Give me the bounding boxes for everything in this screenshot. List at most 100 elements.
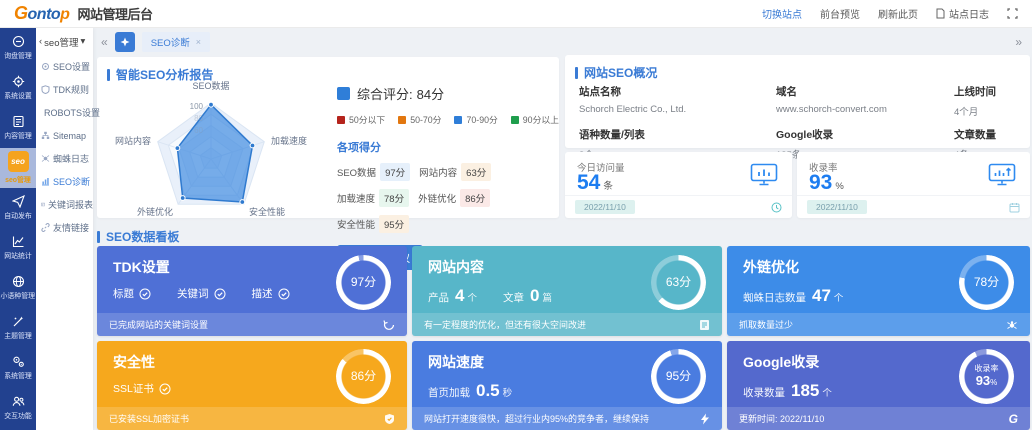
score-ring: 78分 xyxy=(959,255,1014,310)
link-icon xyxy=(41,223,50,232)
score-badge: 78分 xyxy=(379,189,409,207)
switch-site-button[interactable]: 切换站点 xyxy=(762,6,802,21)
sidebar-item-label: 询盘管理 xyxy=(4,50,32,60)
seo-overview-panel: 网站SEO概况 站点名称Schorch Electric Co., Ltd. 域… xyxy=(565,55,1030,148)
submenu-item-spider-logs[interactable]: 蜘蛛日志 xyxy=(36,147,93,170)
sidebar-item-label: 网站统计 xyxy=(4,250,32,260)
document-lines-icon xyxy=(12,115,25,128)
gear-icon xyxy=(12,75,25,88)
submenu-item-seo-settings[interactable]: SEO设置 xyxy=(36,55,93,78)
check-circle-icon xyxy=(214,288,226,300)
legend-current-icon xyxy=(337,87,350,100)
fullscreen-icon[interactable] xyxy=(1007,8,1018,19)
submenu-title: seo管理 xyxy=(44,35,78,49)
logo-g: G xyxy=(14,3,28,24)
gear-icon xyxy=(41,62,50,71)
card-footer-text: 已安装SSL加密证书 xyxy=(109,412,189,425)
sidebar-item-label: 交互功能 xyxy=(4,410,32,420)
sidebar-item-label: 内容管理 xyxy=(4,130,32,140)
submenu-item-friend-links[interactable]: 友情链接 xyxy=(36,216,93,239)
gears-icon xyxy=(12,355,25,368)
index-rate-value: 93 xyxy=(809,171,832,194)
site-name-value: Schorch Electric Co., Ltd. xyxy=(579,104,776,115)
close-icon[interactable]: × xyxy=(196,37,201,47)
header: Gontop 网站管理后台 切换站点 前台预览 刷新此页 站点日志 xyxy=(0,0,1032,28)
submenu-header[interactable]: ‹ seo管理 ▾ xyxy=(36,28,93,55)
dashboard-card-speed: 网站速度 首页加载0.5秒 95分 网站打开速度很快，超过行业内95%的竞争者，… xyxy=(412,341,722,430)
tab-overflow-icon[interactable]: » xyxy=(1015,36,1022,48)
score-badge: 86分 xyxy=(460,189,490,207)
overview-grid: 站点名称Schorch Electric Co., Ltd. 域名www.sch… xyxy=(579,84,1022,161)
sidebar-item-interaction[interactable]: 交互功能 xyxy=(0,388,36,428)
dashboard-card-content: 网站内容 产品4个 文章0篇 63分 有一定程度的优化，但还有很大空间改进 xyxy=(412,246,722,336)
app-title: 网站管理后台 xyxy=(77,4,152,23)
radar-axis-label: 外链优化 xyxy=(137,206,173,217)
radar-axis-label: 网站内容 xyxy=(115,135,151,146)
visits-today-card: 今日访问量 54条 2022/11/10 xyxy=(565,152,792,218)
preview-button[interactable]: 前台预览 xyxy=(820,6,860,21)
sidebar-item-auto-publish[interactable]: 自动发布 xyxy=(0,188,36,228)
card-footer-text: 更新时间: 2022/11/10 xyxy=(739,412,824,425)
tab-seo-diagnosis[interactable]: SEO诊断 × xyxy=(142,32,210,52)
inquiry-icon xyxy=(12,35,25,48)
domain-value: www.schorch-convert.com xyxy=(776,104,954,115)
sidebar-item-label: 小语种管理 xyxy=(1,290,36,300)
radar-tick-label: 60 xyxy=(194,126,203,135)
dashboard-card-google-index: Google收录 收录数量185个 收录率 93% 更新时间: 2022/11/… xyxy=(727,341,1030,430)
submenu-item-sitemap[interactable]: Sitemap xyxy=(36,124,93,147)
seo-report-panel: 智能SEO分析报告 SEO数据 加载速度 安全性能 外链优化 网站内容 100 … xyxy=(97,57,559,218)
sidebar-item-site-stats[interactable]: 网站统计 xyxy=(0,228,36,268)
diagnosis-icon xyxy=(41,177,50,186)
sidebar-item-content[interactable]: 内容管理 xyxy=(0,108,36,148)
submenu-panel: ‹ seo管理 ▾ SEO设置 TDK规则 ROBOTS设置 Sitemap 蜘… xyxy=(36,28,93,430)
lightning-icon xyxy=(700,413,710,425)
google-icon: G xyxy=(1009,412,1018,426)
collapse-sidebar-icon[interactable]: « xyxy=(101,36,108,48)
sidebar-item-system-settings[interactable]: 系统设置 xyxy=(0,68,36,108)
sidebar-item-themes[interactable]: 主题管理 xyxy=(0,308,36,348)
refresh-page-button[interactable]: 刷新此页 xyxy=(878,6,918,21)
legend-color-icon xyxy=(398,116,406,124)
globe-icon xyxy=(12,275,25,288)
site-log-button[interactable]: 站点日志 xyxy=(936,6,989,21)
document-icon xyxy=(699,319,710,331)
sidebar-item-inquiry[interactable]: 询盘管理 xyxy=(0,28,36,68)
sidebar-item-languages[interactable]: 小语种管理 xyxy=(0,268,36,308)
line-chart-icon xyxy=(12,235,25,248)
logo-mid: onto xyxy=(28,6,61,24)
dashboard-card-security: 安全性 SSL证书 86分 已安装SSL加密证书 xyxy=(97,341,407,430)
check-circle-icon xyxy=(278,288,290,300)
dashboard-tab-button[interactable] xyxy=(115,32,135,52)
nav-rail: 询盘管理 系统设置 内容管理 seo seo管理 自动发布 网站统计 小语种管理 xyxy=(0,28,36,430)
score-legend: 50分以下 50-70分 70-90分 90分以上 xyxy=(337,113,551,126)
card-footer-text: 有一定程度的优化，但还有很大空间改进 xyxy=(424,318,586,331)
sidebar-item-system-admin[interactable]: 系统管理 xyxy=(0,348,36,388)
legend-color-icon xyxy=(454,116,462,124)
header-actions: 切换站点 前台预览 刷新此页 站点日志 xyxy=(762,6,1018,21)
sidebar-item-seo[interactable]: seo seo管理 xyxy=(0,148,36,188)
compass-icon xyxy=(120,37,130,47)
submenu-item-keyword-report[interactable]: 关键词报表 xyxy=(36,193,93,216)
score-ring: 97分 xyxy=(336,255,391,310)
radar-tick-label: 100 xyxy=(190,102,204,111)
magic-wand-icon xyxy=(12,315,25,328)
shield-icon xyxy=(41,85,50,94)
score-badge: 95分 xyxy=(379,215,409,233)
dashboard-card-backlinks: 外链优化 蜘蛛日志数量47个 78分 抓取数量过少 xyxy=(727,246,1030,336)
score-ring: 86分 xyxy=(336,349,391,404)
visits-value: 54 xyxy=(577,171,600,194)
scores-title: 各项得分 xyxy=(337,139,551,155)
overall-score: 综合评分: 84分 xyxy=(337,84,551,103)
logo-p: p xyxy=(60,6,69,24)
submenu-item-tdk-rules[interactable]: TDK规则 xyxy=(36,78,93,101)
radar-axis-label: 安全性能 xyxy=(249,206,285,217)
submenu-item-robots[interactable]: ROBOTS设置 xyxy=(36,101,93,124)
overall-score-value: 84分 xyxy=(417,84,444,103)
chevron-down-icon: ▾ xyxy=(81,36,86,47)
monitor-chart-icon xyxy=(750,163,778,187)
submenu-item-seo-diagnosis[interactable]: SEO诊断 xyxy=(36,170,93,193)
spider-icon xyxy=(41,154,50,163)
clock-icon xyxy=(771,202,782,213)
sidebar-item-label: 主题管理 xyxy=(4,330,32,340)
radar-axis-label: SEO数据 xyxy=(192,80,229,91)
